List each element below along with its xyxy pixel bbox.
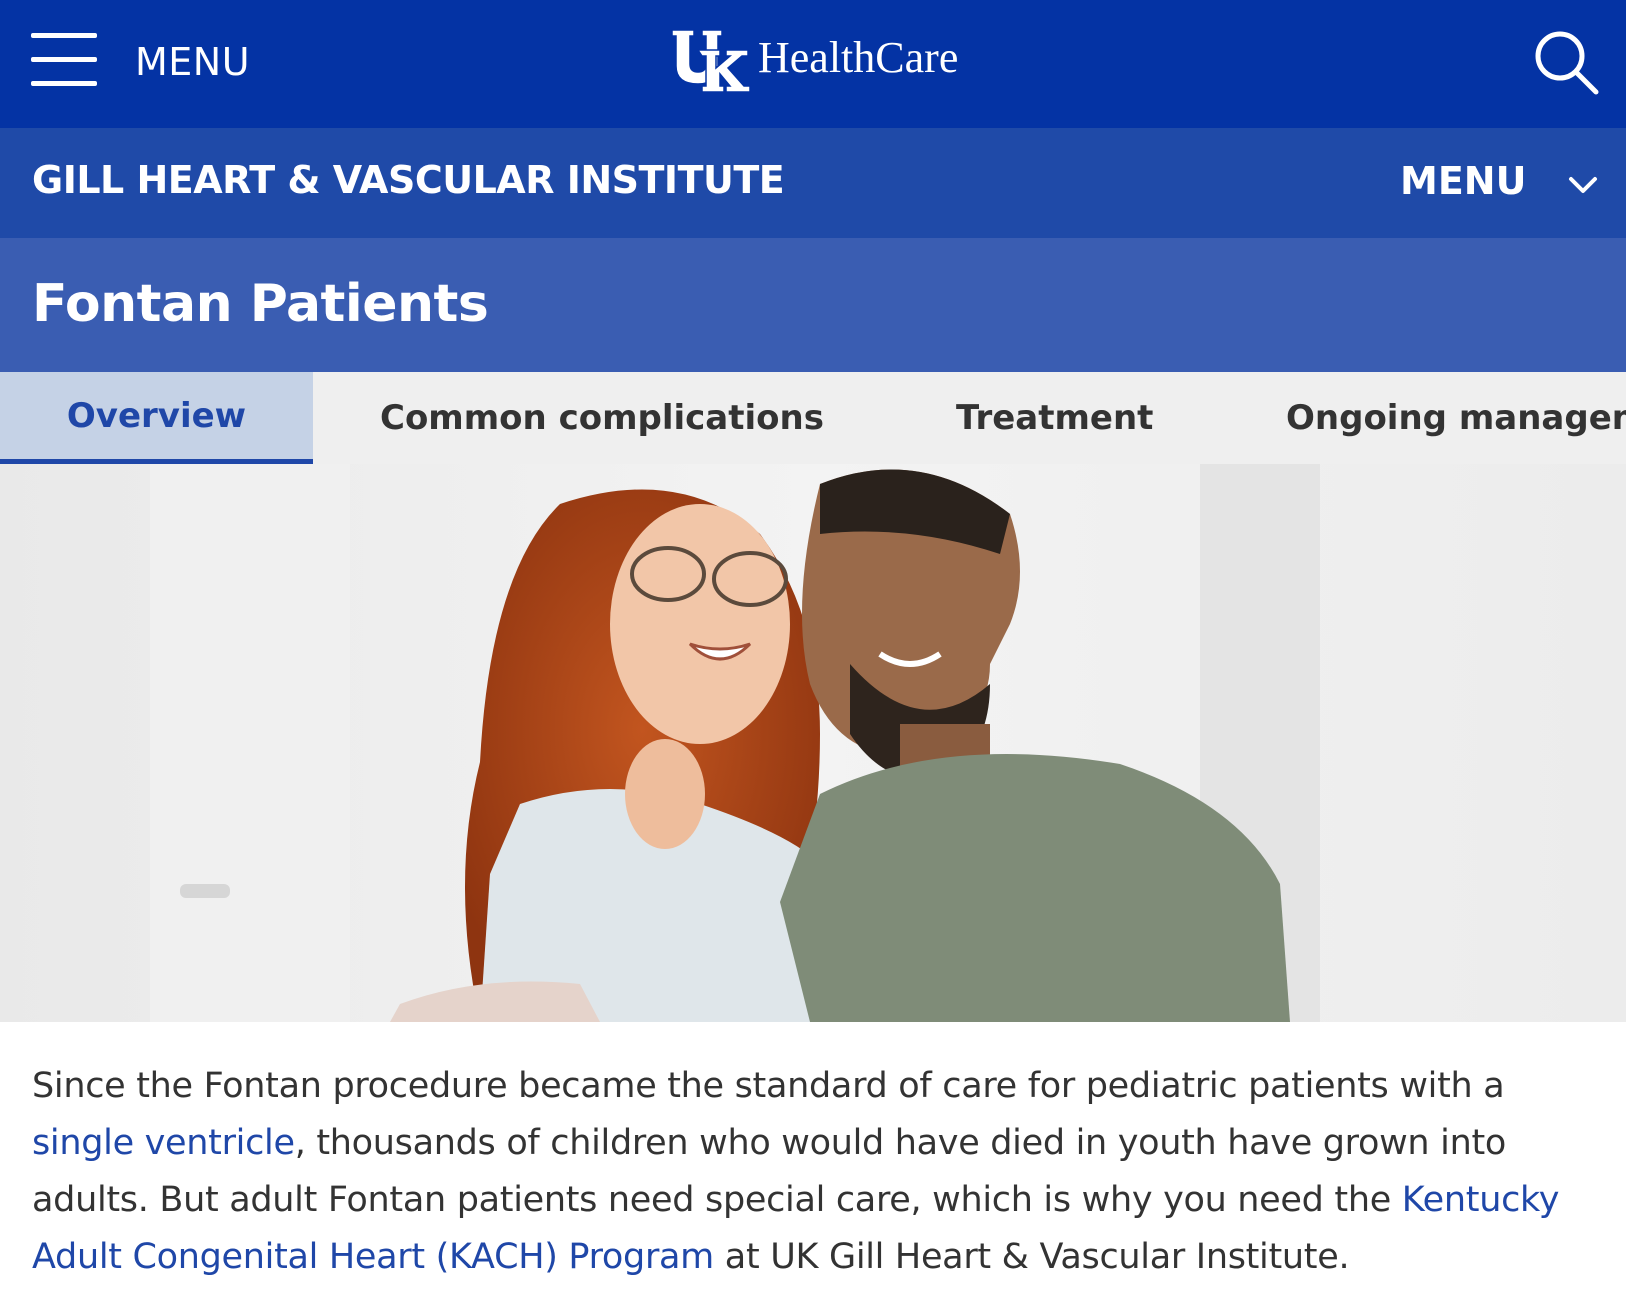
logo-text: HealthCare — [758, 32, 959, 82]
hamburger-icon[interactable] — [31, 33, 97, 87]
tab-overview[interactable]: Overview — [0, 372, 313, 464]
institute-menu-label: MENU — [1400, 159, 1527, 203]
search-icon[interactable] — [1532, 28, 1602, 98]
uk-logo-icon — [671, 29, 751, 93]
hero-image — [0, 464, 1626, 1022]
intro-text-3: at UK Gill Heart & Vascular Institute. — [713, 1237, 1350, 1277]
uk-healthcare-logo[interactable]: HealthCare — [668, 26, 958, 96]
tab-treatment[interactable]: Treatment — [956, 372, 1153, 464]
hero-photo — [0, 464, 1626, 1022]
tab-bar: Overview Common complications Treatment … — [0, 372, 1626, 464]
top-menu-label[interactable]: MENU — [135, 40, 250, 84]
tab-ongoing-management[interactable]: Ongoing managem — [1286, 372, 1626, 464]
chevron-down-icon — [1569, 177, 1598, 193]
page-title: Fontan Patients — [32, 274, 489, 334]
intro-paragraph: Since the Fontan procedure became the st… — [32, 1058, 1602, 1286]
institute-title[interactable]: GILL HEART & VASCULAR INSTITUTE — [32, 158, 785, 202]
tab-common-complications[interactable]: Common complications — [380, 372, 824, 464]
intro-text-1: Since the Fontan procedure became the st… — [32, 1066, 1505, 1106]
top-header: MENU HealthCare — [0, 0, 1626, 128]
page-title-band: Fontan Patients — [0, 238, 1626, 372]
institute-menu-button[interactable]: MENU — [1400, 156, 1598, 206]
single-ventricle-link[interactable]: single ventricle — [32, 1123, 295, 1163]
institute-bar: GILL HEART & VASCULAR INSTITUTE MENU — [0, 128, 1626, 238]
